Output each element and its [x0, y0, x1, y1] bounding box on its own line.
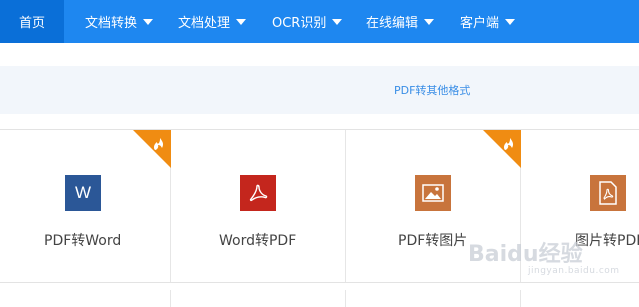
pdf-icon: [240, 175, 276, 211]
nav-item-ocr[interactable]: OCR识别: [272, 0, 343, 43]
category-link-pdf-to-other[interactable]: PDF转其他格式: [394, 82, 470, 98]
card-label: PDF转Word: [44, 233, 122, 249]
nav-item-doc-convert[interactable]: 文档转换: [85, 0, 154, 43]
chevron-down-icon: [236, 18, 247, 25]
image-to-pdf-icon: [590, 175, 626, 211]
chevron-down-icon: [424, 18, 435, 25]
category-band: [0, 66, 639, 114]
chevron-down-icon: [332, 18, 343, 25]
next-row-cards: [0, 290, 639, 307]
top-nav: 首页 文档转换 文档处理 OCR识别 在线编辑 客户端: [0, 0, 639, 43]
hot-badge-icon: [133, 130, 171, 168]
word-icon: W: [65, 175, 101, 211]
card-pdf-to-word[interactable]: W PDF转Word: [0, 130, 171, 282]
hot-badge-icon: [483, 130, 521, 168]
image-icon: [415, 175, 451, 211]
card-divider: [520, 290, 521, 307]
watermark-url: jingyan.baidu.com: [528, 266, 620, 276]
chevron-down-icon: [143, 18, 154, 25]
nav-item-client[interactable]: 客户端: [460, 0, 516, 43]
watermark-text: Baidu经验: [468, 242, 583, 267]
nav-item-doc-process[interactable]: 文档处理: [178, 0, 247, 43]
nav-item-label: 文档处理: [178, 16, 231, 31]
card-label: Word转PDF: [219, 233, 297, 249]
nav-item-label: 文档转换: [85, 16, 138, 31]
card-word-to-pdf[interactable]: Word转PDF: [171, 130, 346, 282]
nav-item-label: 客户端: [460, 16, 500, 31]
chevron-down-icon: [505, 18, 516, 25]
card-label: PDF转图片: [398, 233, 468, 249]
baidu-jingyan-watermark: Baidu经验 jingyan.baidu.com: [468, 236, 620, 286]
card-divider: [345, 290, 346, 307]
card-divider: [170, 290, 171, 307]
nav-item-online-edit[interactable]: 在线编辑: [366, 0, 435, 43]
nav-item-label: 在线编辑: [366, 16, 419, 31]
nav-item-label: OCR识别: [272, 16, 327, 31]
nav-home-tab[interactable]: 首页: [0, 0, 64, 43]
